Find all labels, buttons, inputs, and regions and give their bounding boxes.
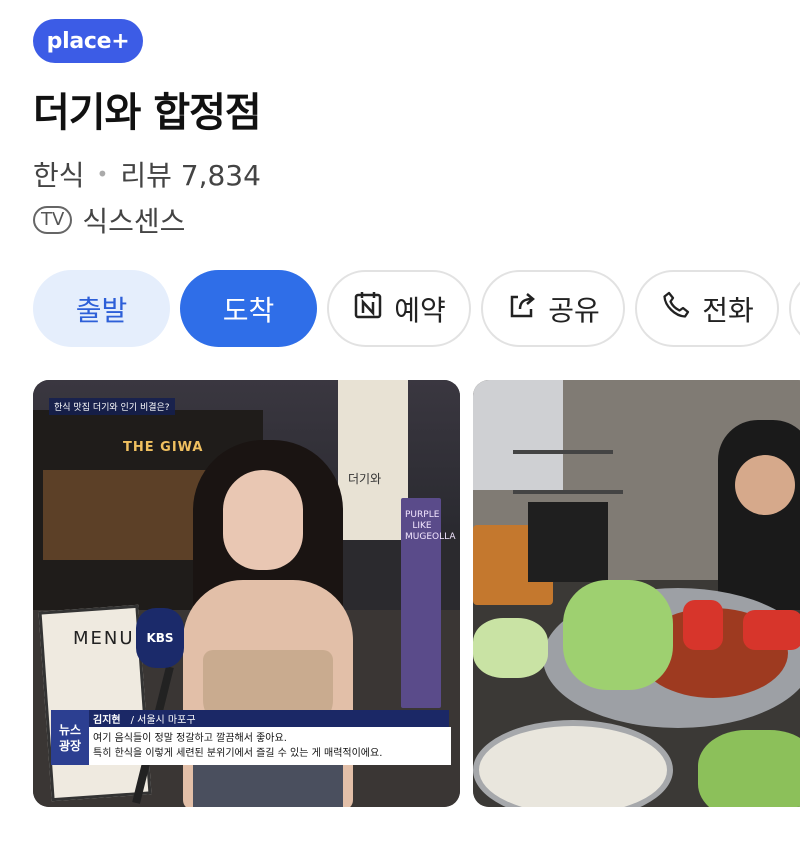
call-label: 전화 (702, 293, 754, 327)
arrive-button[interactable]: 도착 (180, 270, 317, 347)
separator-dot: • (96, 162, 109, 186)
news-ticker: 뉴스 광장 김지현 / 서울시 마포구 여기 음식들이 정말 정갈하고 깔끔해서… (51, 710, 451, 765)
tv-appearance[interactable]: TV 식스센스 (33, 200, 185, 240)
interviewee-location: / 서울시 마포구 (130, 715, 196, 726)
interviewee-name: 김지현 (93, 715, 121, 726)
review-count-link[interactable]: 리뷰 7,834 (120, 154, 261, 194)
ticker-subtitle-line2: 특히 한식을 이렇게 세련된 분위기에서 즐길 수 있는 게 매력적이에요. (93, 748, 383, 759)
stacked-crates (528, 502, 608, 582)
person-face (223, 470, 303, 570)
news-program-logo: 뉴스 광장 (51, 710, 89, 765)
shelf (513, 490, 623, 494)
tv-program-label: 식스센스 (82, 205, 186, 238)
reserve-button[interactable]: 예약 (327, 270, 471, 347)
tv-icon: TV (33, 206, 73, 234)
place-meta: 한식 • 리뷰 7,834 (33, 154, 261, 194)
red-glove (743, 610, 800, 650)
share-icon (506, 289, 538, 328)
lit-window (43, 470, 213, 560)
photo-news-interview[interactable]: THE GIWA 더기와 PURPLE LIKE MUGEOLLA MENU K… (33, 380, 460, 807)
cook-figure (718, 420, 800, 610)
action-buttons-row: 출발 도착 예약 공유 전화 (33, 270, 800, 347)
naver-booking-icon (352, 289, 384, 328)
place-title: 더기와 합정점 (33, 90, 262, 136)
ticker-subtitle-line1: 여기 음식들이 정말 정갈하고 깔끔해서 좋아요. (93, 733, 287, 744)
shop-name: 더기와 (348, 472, 382, 486)
arrive-label: 도착 (222, 293, 275, 327)
share-label: 공유 (548, 293, 600, 327)
microphone: KBS (136, 608, 184, 668)
category-label: 한식 (33, 159, 85, 192)
more-action-button[interactable] (789, 270, 800, 347)
napa-cabbage (563, 580, 673, 690)
banner-text: PURPLE LIKE MUGEOLLA (405, 510, 456, 542)
place-plus-badge[interactable]: place+ (33, 19, 143, 63)
shop-facade (338, 380, 408, 540)
shop-sign: THE GIWA (123, 440, 204, 455)
menu-board-title: MENU (73, 628, 135, 649)
cook-face (735, 455, 795, 515)
napa-cabbage (698, 730, 800, 807)
range-hood (473, 380, 563, 490)
news-logo-line1: 뉴스 (58, 722, 82, 737)
call-button[interactable]: 전화 (635, 270, 779, 347)
ticker-subtitle: 여기 음식들이 정말 정갈하고 깔끔해서 좋아요. 특히 한식을 이렇게 세련된… (89, 727, 451, 765)
person-jeans (193, 760, 343, 807)
news-top-caption: 한식 맛집 더기와 인기 비결은? (49, 398, 175, 415)
phone-icon (660, 289, 692, 328)
depart-label: 출발 (75, 293, 128, 327)
share-button[interactable]: 공유 (481, 270, 625, 347)
red-glove (683, 600, 723, 650)
shelf (513, 450, 613, 454)
photo-kitchen[interactable] (473, 380, 800, 807)
interviewee-namebar: 김지현 / 서울시 마포구 (89, 710, 449, 727)
napa-cabbage (473, 618, 548, 678)
news-logo-line2: 광장 (58, 738, 82, 753)
depart-button[interactable]: 출발 (33, 270, 170, 347)
reserve-label: 예약 (394, 293, 446, 327)
